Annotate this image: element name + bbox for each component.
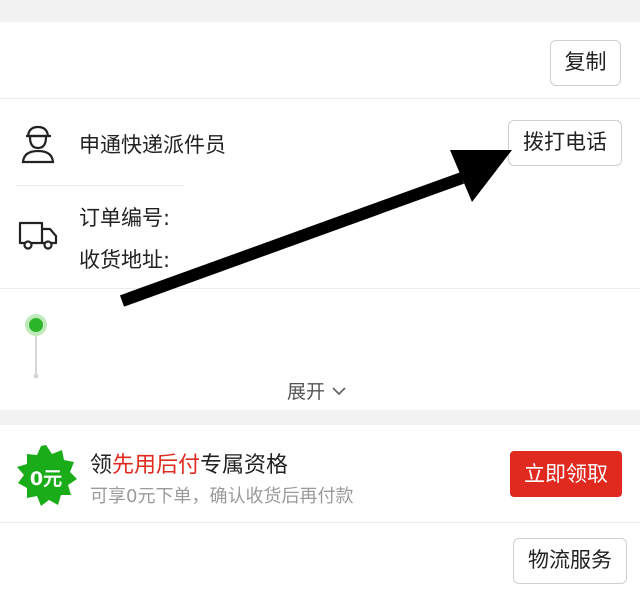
delivery-truck-icon	[18, 221, 58, 250]
promo-title-suffix: 专属资格	[200, 453, 289, 478]
badge-text: 0元	[30, 468, 62, 490]
timeline-status-dot	[25, 314, 47, 379]
promo-title: 领先用后付专属资格	[90, 447, 288, 479]
claim-now-button[interactable]: 立即领取	[510, 451, 622, 497]
promo-title-prefix: 领	[90, 453, 113, 478]
expand-label: 展开	[287, 381, 326, 403]
order-number-label: 订单编号:	[79, 206, 171, 230]
logistics-service-button[interactable]: 物流服务	[513, 538, 627, 584]
promo-subtitle: 可享0元下单，确认收货后再付款	[90, 486, 354, 507]
promo-card: 0元 领先用后付专属资格 可享0元下单，确认收货后再付款 立即领取 物流服务	[0, 425, 640, 601]
courier-person-icon	[21, 125, 55, 164]
order-info-card: 复制 申通快递派件员 拨打电话 订单编号: 收货地址: 展开	[0, 22, 640, 410]
expand-toggle[interactable]: 展开	[287, 377, 347, 404]
divider	[0, 98, 640, 99]
divider	[16, 185, 184, 186]
green-star-badge-icon: 0元	[17, 445, 77, 506]
divider	[0, 522, 640, 523]
copy-button[interactable]: 复制	[550, 40, 621, 86]
chevron-down-icon	[332, 386, 346, 395]
courier-label: 申通快递派件员	[79, 133, 226, 157]
address-label: 收货地址:	[79, 248, 171, 272]
call-phone-button[interactable]: 拨打电话	[508, 120, 622, 166]
promo-title-highlight: 先用后付	[112, 453, 201, 478]
divider	[0, 288, 640, 289]
